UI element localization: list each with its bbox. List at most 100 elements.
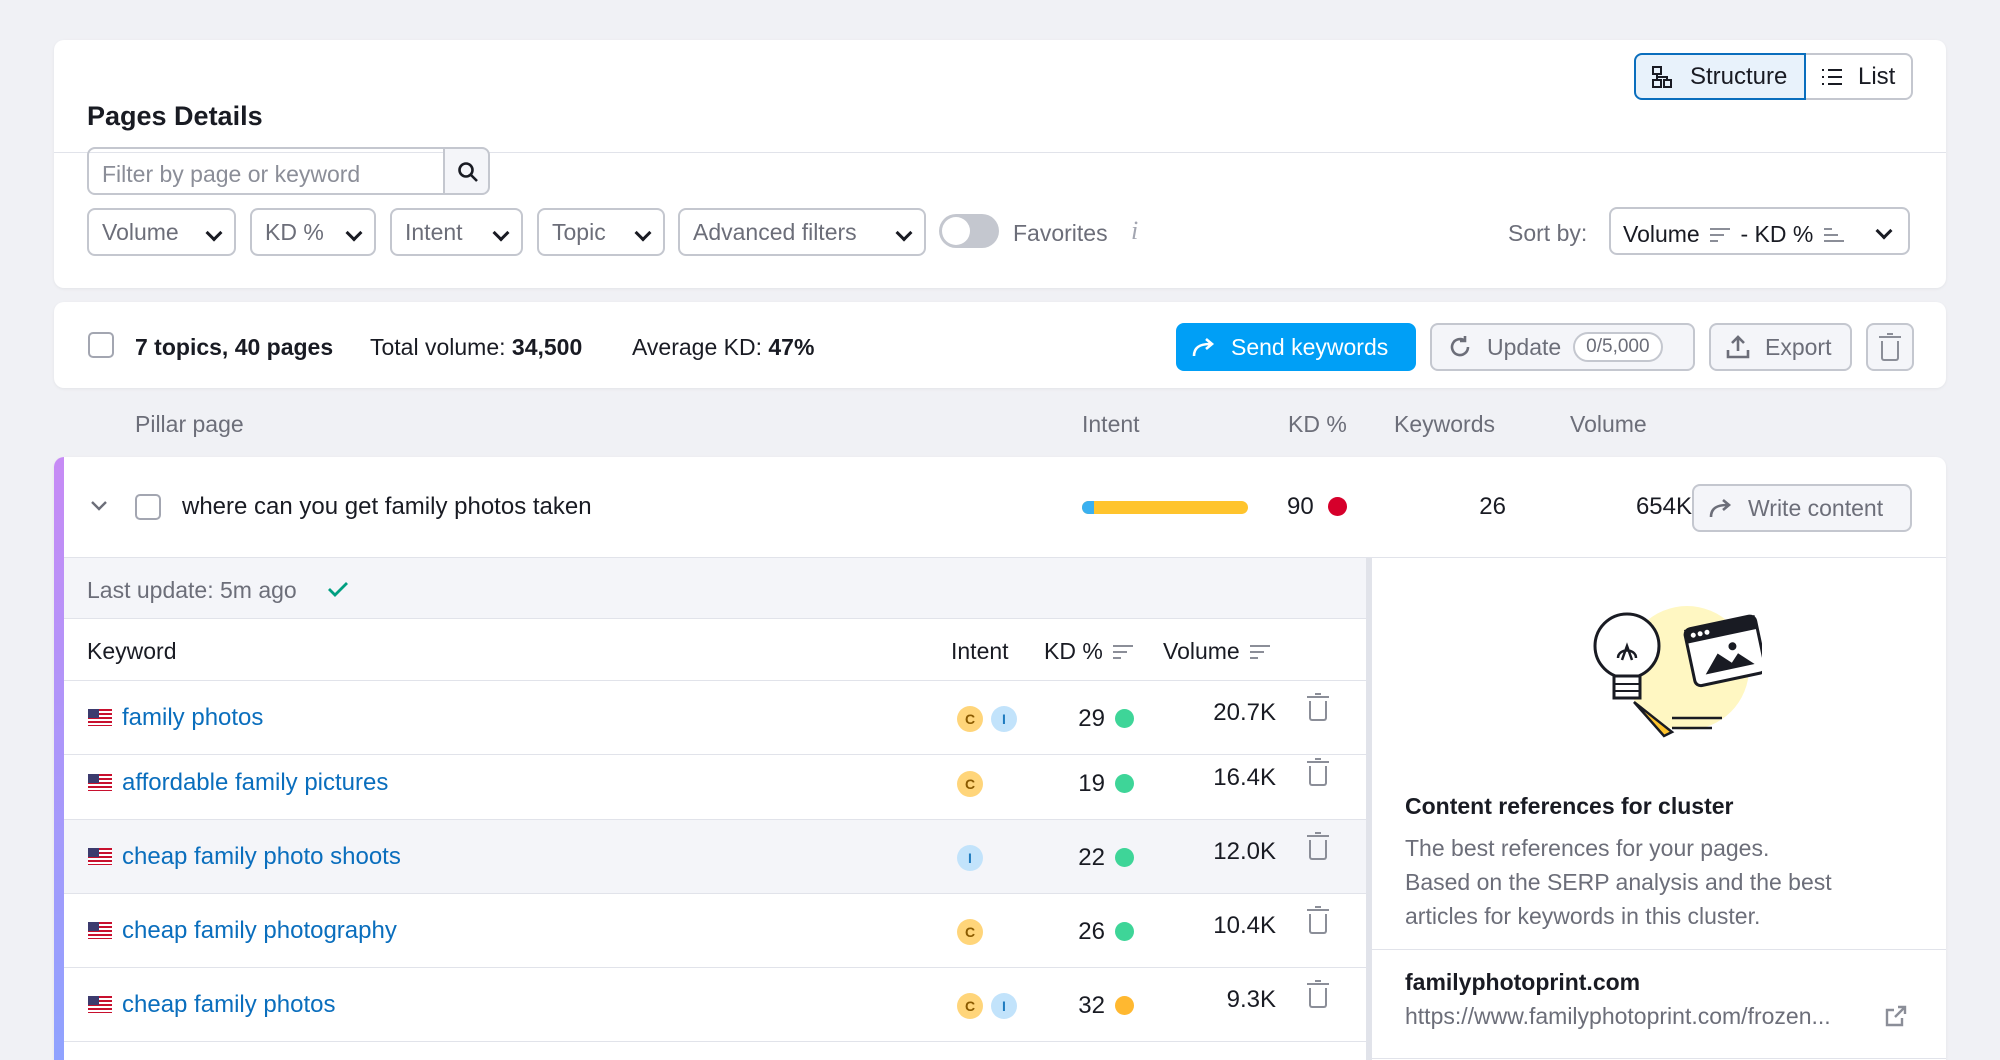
sort-ascending-icon xyxy=(1823,226,1844,244)
delete-keyword-icon[interactable] xyxy=(1307,906,1329,934)
delete-keyword-icon[interactable] xyxy=(1307,758,1329,786)
kd-difficulty-dot xyxy=(1115,774,1134,793)
kd-difficulty-dot xyxy=(1328,497,1348,516)
filter-input[interactable]: Filter by page or keyword xyxy=(87,147,445,195)
col-keywords: Keywords xyxy=(1394,411,1495,437)
chevron-down-icon xyxy=(634,224,652,242)
keyword-volume: 16.4K xyxy=(1213,764,1276,791)
sort-by-label: Sort by: xyxy=(1508,220,1588,246)
kd-col-header[interactable]: KD % xyxy=(1044,638,1137,665)
delete-keyword-icon[interactable] xyxy=(1307,693,1329,721)
external-link-icon[interactable] xyxy=(1884,1004,1908,1028)
informational-intent-badge: I xyxy=(991,706,1017,732)
average-kd: Average KD: 47% xyxy=(632,333,814,361)
keyword-kd-value: 22 xyxy=(1078,844,1105,871)
kd-difficulty-dot xyxy=(1115,848,1134,867)
view-structure-button[interactable]: Structure xyxy=(1634,53,1806,100)
keyword-text: cheap family photos xyxy=(122,991,336,1018)
advanced-filters-label: Advanced filters xyxy=(693,218,857,245)
last-update-text: Last update: 5m ago xyxy=(87,577,297,603)
keyword-kd-value: 32 xyxy=(1078,992,1105,1019)
send-keywords-label: Send keywords xyxy=(1231,333,1389,360)
update-button[interactable]: Update 0/5,000 xyxy=(1430,323,1695,371)
keyword-link[interactable]: cheap family photos xyxy=(88,991,335,1019)
delete-keyword-icon[interactable] xyxy=(1307,980,1329,1008)
sort-icon xyxy=(1113,643,1134,661)
cluster-checkbox[interactable] xyxy=(135,494,161,520)
export-button[interactable]: Export xyxy=(1709,323,1852,371)
total-volume-value: 34,500 xyxy=(511,334,583,360)
keyword-row: cheap family photography C 26 10.4K xyxy=(64,894,1366,968)
keyword-link[interactable]: cheap family photography xyxy=(88,917,397,945)
us-flag-icon xyxy=(88,922,112,939)
topics-pages-count: 7 topics, 40 pages xyxy=(135,334,334,360)
keyword-volume: 12.0K xyxy=(1213,838,1276,865)
keyword-kd: 29 xyxy=(1054,705,1134,733)
kd-dropdown[interactable]: KD % xyxy=(250,208,376,256)
reference-url[interactable]: https://www.familyphotoprint.com/frozen.… xyxy=(1405,1003,1885,1030)
us-flag-icon xyxy=(88,709,112,726)
informational-intent-badge: I xyxy=(957,845,983,871)
keyword-text: family photos xyxy=(122,704,264,731)
intent-col-header: Intent xyxy=(951,638,1009,664)
keyword-row: cheap family photo shoots I 22 12.0K xyxy=(64,820,1366,894)
keyword-kd-value: 29 xyxy=(1078,705,1105,732)
intent-dropdown[interactable]: Intent xyxy=(390,208,523,256)
update-label: Update xyxy=(1487,333,1562,360)
kd-difficulty-dot xyxy=(1115,996,1134,1015)
reference-site-name[interactable]: familyphotoprint.com xyxy=(1405,969,1640,996)
advanced-filters-dropdown[interactable]: Advanced filters xyxy=(678,208,926,256)
delete-button[interactable] xyxy=(1866,323,1914,371)
kd-difficulty-dot xyxy=(1115,922,1134,941)
sort-secondary: - KD % xyxy=(1740,221,1814,247)
chevron-down-icon xyxy=(1875,222,1893,240)
keyword-row: cheap family photos C I 32 9.3K xyxy=(64,968,1366,1042)
intent-badges: C xyxy=(957,919,991,945)
favorites-label: Favorites xyxy=(1013,220,1108,246)
description-line: Based on the SERP analysis and the best xyxy=(1405,869,1832,895)
volume-dropdown[interactable]: Volume xyxy=(87,208,236,256)
keyword-row: affordable family pictures C 19 16.4K xyxy=(64,746,1366,820)
refresh-icon xyxy=(1450,336,1470,357)
list-icon xyxy=(1820,65,1844,89)
keyword-kd-value: 26 xyxy=(1078,918,1105,945)
sort-primary: Volume xyxy=(1623,221,1700,247)
select-all-checkbox[interactable] xyxy=(88,332,114,358)
send-keywords-button[interactable]: Send keywords xyxy=(1176,323,1416,371)
cluster-accent-bar xyxy=(54,457,64,1060)
volume-dropdown-label: Volume xyxy=(102,218,179,245)
topic-dropdown[interactable]: Topic xyxy=(537,208,665,256)
sort-icon xyxy=(1250,643,1271,661)
favorites-toggle[interactable] xyxy=(939,214,999,248)
content-references-panel: Content references for cluster The best … xyxy=(1366,557,1946,1060)
share-arrow-icon xyxy=(1709,499,1732,518)
collapse-chevron-icon[interactable] xyxy=(90,500,108,512)
keyword-link[interactable]: affordable family pictures xyxy=(88,769,388,797)
keyword-row: family photos C I 29 20.7K xyxy=(64,681,1366,755)
keyword-link[interactable]: family photos xyxy=(88,704,263,732)
view-structure-label: Structure xyxy=(1690,62,1788,90)
col-volume: Volume xyxy=(1570,411,1647,437)
keyword-col-header: Keyword xyxy=(87,638,177,664)
kd-col-header-label: KD % xyxy=(1044,638,1103,664)
upload-icon xyxy=(1726,335,1750,359)
keyword-link[interactable]: cheap family photo shoots xyxy=(88,843,401,871)
delete-keyword-icon[interactable] xyxy=(1307,832,1329,860)
view-list-button[interactable]: List xyxy=(1804,53,1913,100)
info-icon[interactable]: i xyxy=(1131,216,1138,246)
average-kd-value: 47% xyxy=(768,334,815,360)
pillar-page-title[interactable]: where can you get family photos taken xyxy=(182,493,592,521)
intent-badges: I xyxy=(957,845,991,871)
cluster-card: where can you get family photos taken 90… xyxy=(54,457,1946,1060)
commercial-intent-badge: C xyxy=(957,993,983,1019)
search-button[interactable] xyxy=(443,147,490,195)
write-content-button[interactable]: Write content xyxy=(1692,484,1912,532)
commercial-intent-badge: C xyxy=(957,771,983,797)
sort-dropdown[interactable]: Volume - KD % xyxy=(1609,207,1910,255)
volume-col-header[interactable]: Volume xyxy=(1163,638,1274,665)
sort-descending-icon xyxy=(1710,226,1731,244)
keyword-kd: 19 xyxy=(1054,770,1134,798)
description-line: The best references for your pages. xyxy=(1405,835,1770,861)
description-line: articles for keywords in this cluster. xyxy=(1405,903,1761,929)
keyword-kd: 26 xyxy=(1054,918,1134,946)
